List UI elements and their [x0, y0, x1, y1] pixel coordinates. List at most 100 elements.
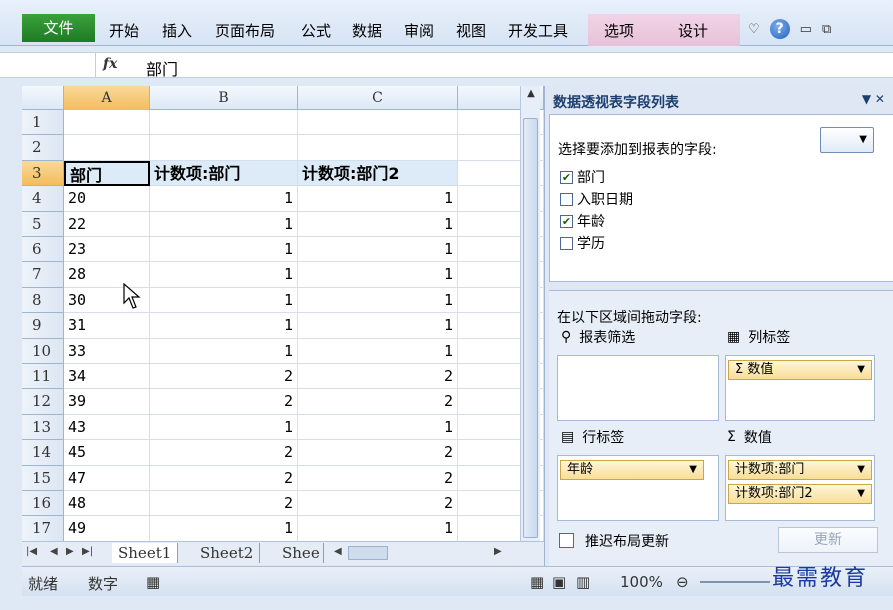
table-cell[interactable] — [150, 110, 298, 136]
tab-formulas[interactable]: 公式 — [301, 20, 331, 41]
normal-view-icon[interactable]: ▦ — [530, 573, 544, 591]
row-header[interactable]: 14 — [22, 440, 64, 466]
table-cell[interactable]: 1 — [150, 516, 298, 541]
table-cell[interactable]: 1 — [150, 186, 298, 212]
row-header[interactable]: 10 — [22, 338, 64, 364]
zoom-level[interactable]: 100% — [620, 573, 663, 591]
tab-developer[interactable]: 开发工具 — [508, 20, 568, 41]
table-cell[interactable]: 2 — [150, 440, 298, 466]
table-cell[interactable]: 1 — [298, 237, 458, 263]
column-header-c[interactable]: C — [298, 86, 458, 110]
table-cell[interactable]: 33 — [64, 338, 150, 364]
column-header-b[interactable]: B — [150, 86, 298, 110]
table-cell[interactable]: 20 — [64, 186, 150, 212]
table-cell[interactable]: 31 — [64, 313, 150, 339]
table-cell[interactable] — [298, 135, 458, 161]
fx-icon[interactable]: fx — [103, 56, 117, 72]
field-item[interactable]: ✔ 部门 — [560, 167, 605, 187]
row-header[interactable]: 7 — [22, 262, 64, 288]
table-cell[interactable]: 1 — [298, 262, 458, 288]
table-cell[interactable] — [150, 135, 298, 161]
formula-input[interactable]: 部门 — [146, 56, 178, 80]
hscroll-left-icon[interactable]: ◀ — [334, 546, 342, 557]
minimize-icon[interactable]: ▭ — [800, 22, 812, 37]
sheet-tab-3[interactable]: Shee — [276, 543, 324, 563]
column-field-values[interactable]: Σ 数值 ▼ — [728, 360, 872, 380]
hscroll-right-icon[interactable]: ▶ — [494, 546, 502, 557]
row-header[interactable]: 1 — [22, 110, 64, 136]
table-cell[interactable]: 2 — [298, 364, 458, 390]
tab-view[interactable]: 视图 — [456, 20, 486, 41]
table-cell[interactable]: 1 — [150, 237, 298, 263]
pivot-header-cell[interactable]: 部门 — [64, 160, 150, 187]
table-cell[interactable]: 2 — [298, 389, 458, 415]
column-labels-drop-zone[interactable]: Σ 数值 ▼ — [725, 355, 875, 421]
sheet-tab-2[interactable]: Sheet2 — [194, 543, 261, 563]
table-cell[interactable] — [64, 110, 150, 136]
hscroll-thumb[interactable] — [348, 546, 388, 560]
table-cell[interactable]: 1 — [298, 186, 458, 212]
table-cell[interactable]: 49 — [64, 516, 150, 541]
field-checkbox[interactable] — [560, 236, 573, 250]
pivot-header-cell[interactable]: 计数项:部门 — [150, 160, 298, 187]
page-break-view-icon[interactable]: ▥ — [576, 573, 590, 591]
table-cell[interactable]: 1 — [150, 287, 298, 314]
row-header[interactable]: 13 — [22, 414, 64, 441]
table-cell[interactable]: 1 — [150, 338, 298, 364]
first-sheet-icon[interactable]: |◀ — [26, 546, 37, 557]
ribbon-collapse-icon[interactable]: ♡ — [748, 22, 760, 37]
table-cell[interactable]: 1 — [298, 414, 458, 441]
field-item[interactable]: 入职日期 — [560, 189, 633, 209]
update-button[interactable]: 更新 — [778, 527, 878, 553]
zoom-slider[interactable] — [700, 581, 770, 583]
row-header[interactable]: 12 — [22, 389, 64, 415]
next-sheet-icon[interactable]: ▶ — [66, 546, 74, 557]
row-labels-drop-zone[interactable]: 年龄 ▼ — [557, 455, 719, 521]
value-field-1[interactable]: 计数项:部门 ▼ — [728, 460, 872, 480]
table-cell[interactable]: 2 — [150, 491, 298, 517]
table-cell[interactable]: 34 — [64, 364, 150, 390]
row-header[interactable]: 4 — [22, 186, 64, 212]
table-cell[interactable] — [64, 135, 150, 161]
table-cell[interactable]: 1 — [298, 338, 458, 364]
tab-review[interactable]: 审阅 — [404, 20, 434, 41]
table-cell[interactable]: 1 — [298, 211, 458, 237]
tab-home[interactable]: 开始 — [109, 20, 139, 41]
row-header[interactable]: 8 — [22, 287, 64, 314]
field-item[interactable]: ✔ 年龄 — [560, 211, 605, 231]
table-cell[interactable] — [298, 110, 458, 136]
last-sheet-icon[interactable]: ▶| — [82, 546, 93, 557]
table-cell[interactable]: 47 — [64, 465, 150, 491]
name-box[interactable] — [0, 53, 96, 77]
field-checkbox[interactable] — [560, 192, 573, 206]
row-header[interactable]: 15 — [22, 465, 64, 491]
zoom-out-icon[interactable]: ⊖ — [676, 573, 689, 591]
prev-sheet-icon[interactable]: ◀ — [50, 546, 58, 557]
tab-design[interactable]: 设计 — [678, 20, 708, 41]
tab-data[interactable]: 数据 — [352, 20, 382, 41]
table-cell[interactable]: 39 — [64, 389, 150, 415]
help-icon[interactable]: ? — [769, 19, 790, 39]
row-header[interactable]: 9 — [22, 313, 64, 339]
field-checkbox[interactable]: ✔ — [560, 170, 573, 184]
table-cell[interactable]: 45 — [64, 440, 150, 466]
scroll-up-icon[interactable]: ▲ — [524, 88, 538, 99]
tab-page-layout[interactable]: 页面布局 — [215, 20, 275, 41]
table-cell[interactable]: 1 — [298, 287, 458, 314]
pivot-header-cell[interactable]: 计数项:部门2 — [298, 160, 458, 187]
report-filter-drop-zone[interactable] — [557, 355, 719, 421]
row-header[interactable]: 3 — [22, 160, 64, 187]
table-cell[interactable]: 43 — [64, 414, 150, 441]
values-drop-zone[interactable]: 计数项:部门 ▼ 计数项:部门2 ▼ — [725, 455, 875, 521]
field-layout-button[interactable]: ▼ — [820, 127, 874, 153]
defer-layout-checkbox[interactable] — [559, 533, 574, 548]
table-cell[interactable]: 1 — [298, 313, 458, 339]
table-cell[interactable]: 22 — [64, 211, 150, 237]
row-header[interactable]: 16 — [22, 491, 64, 517]
scroll-thumb[interactable] — [523, 118, 538, 538]
table-cell[interactable]: 1 — [150, 313, 298, 339]
sheet-tab-1[interactable]: Sheet1 — [112, 543, 179, 563]
page-layout-view-icon[interactable]: ▣ — [552, 573, 566, 591]
table-cell[interactable]: 48 — [64, 491, 150, 517]
row-header[interactable]: 2 — [22, 135, 64, 161]
